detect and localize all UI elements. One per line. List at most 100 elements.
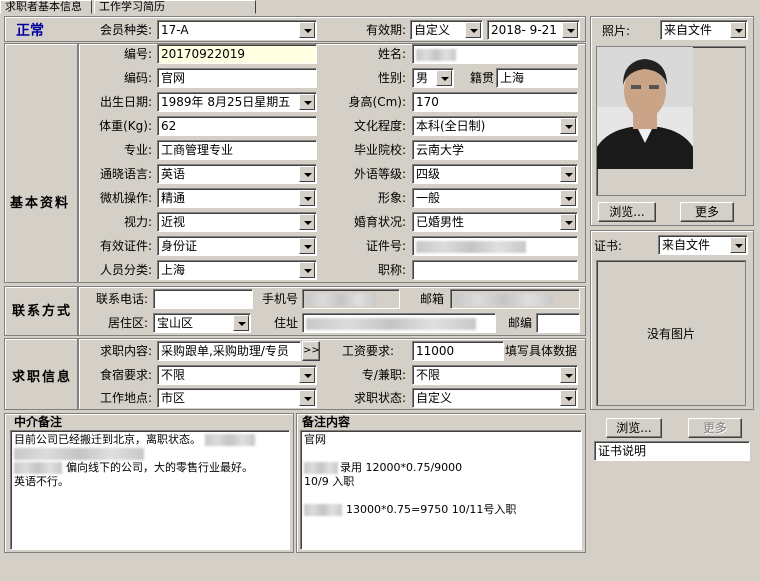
chevron-down-icon[interactable]	[299, 22, 315, 38]
location-label: 工作地点:	[99, 391, 152, 405]
status-label: 正常	[16, 23, 44, 39]
cert-description-field[interactable]: 证书说明	[594, 441, 750, 461]
chevron-down-icon[interactable]	[299, 390, 315, 406]
basic-section-cell	[4, 43, 78, 283]
district-select[interactable]: 宝山区	[153, 313, 251, 333]
valid-mode-select[interactable]: 自定义	[410, 20, 483, 40]
basic-section-title: 基本资料	[10, 196, 71, 211]
origin-field[interactable]: 上海	[496, 68, 578, 88]
chevron-down-icon[interactable]	[560, 367, 576, 383]
state-select[interactable]: 自定义	[412, 388, 578, 408]
vision-label: 视力:	[123, 215, 152, 229]
salary-label: 工资要求:	[341, 344, 394, 358]
chevron-down-icon[interactable]	[560, 166, 576, 182]
school-label: 毕业院校:	[353, 143, 406, 157]
vision-select[interactable]: 近视	[157, 212, 317, 232]
title-label: 职称:	[377, 263, 406, 277]
major-label: 专业:	[123, 143, 152, 157]
zip-field[interactable]	[536, 313, 580, 333]
category-select[interactable]: 上海	[157, 260, 317, 280]
height-field[interactable]: 170	[412, 92, 578, 112]
board-select[interactable]: 不限	[157, 365, 317, 385]
mobile-field[interactable]	[302, 289, 400, 309]
job-content-more-button[interactable]: >>	[302, 341, 320, 361]
photo-source-select[interactable]: 来自文件	[660, 20, 748, 40]
image-label: 形象:	[377, 191, 406, 205]
cert-source-select[interactable]: 来自文件	[658, 235, 748, 255]
chevron-down-icon[interactable]	[730, 237, 746, 253]
name-label: 姓名:	[377, 47, 406, 61]
chevron-down-icon[interactable]	[465, 22, 481, 38]
chevron-down-icon[interactable]	[562, 22, 578, 38]
remarks-memo[interactable]: 官网 录用 12000*0.75/9000 10/9 入职 13000*0.75…	[300, 430, 582, 550]
chevron-down-icon[interactable]	[233, 315, 249, 331]
chevron-down-icon[interactable]	[560, 118, 576, 134]
phone-field[interactable]	[153, 289, 253, 309]
cert-no-image-text: 没有图片	[646, 327, 695, 341]
marital-select[interactable]: 已婚男性	[412, 212, 578, 232]
chevron-down-icon[interactable]	[730, 22, 746, 38]
tab-resume[interactable]: 工作学习简历	[94, 0, 256, 14]
lang-level-select[interactable]: 四级	[412, 164, 578, 184]
chevron-down-icon[interactable]	[299, 166, 315, 182]
photo-more-button[interactable]: 更多	[680, 202, 734, 222]
doc-select[interactable]: 身份证	[157, 236, 317, 256]
remarks-line: 录用 12000*0.75/9000	[304, 461, 578, 475]
school-field[interactable]: 云南大学	[412, 140, 578, 160]
origin-label: 籍贯	[469, 71, 494, 85]
salary-field[interactable]: 11000	[412, 341, 504, 361]
doc-no-field[interactable]	[412, 236, 578, 256]
chevron-down-icon[interactable]	[560, 190, 576, 206]
lang-select[interactable]: 英语	[157, 164, 317, 184]
title-field[interactable]	[412, 260, 578, 280]
major-field[interactable]: 工商管理专业	[157, 140, 317, 160]
pc-select[interactable]: 精通	[157, 188, 317, 208]
image-select[interactable]: 一般	[412, 188, 578, 208]
address-field[interactable]	[302, 313, 496, 333]
chevron-down-icon[interactable]	[299, 94, 315, 110]
birth-date-picker[interactable]: 1989年 8月25日星期五	[157, 92, 317, 112]
valid-date-picker[interactable]: 2018- 9-21	[487, 20, 580, 40]
cert-browse-button[interactable]: 浏览...	[606, 418, 662, 438]
birth-label: 出生日期:	[99, 95, 152, 109]
chevron-down-icon[interactable]	[299, 262, 315, 278]
tab-basic-info[interactable]: 求职者基本信息	[0, 0, 92, 14]
chevron-down-icon[interactable]	[299, 238, 315, 254]
id-label: 编号:	[123, 47, 152, 61]
location-select[interactable]: 市区	[157, 388, 317, 408]
address-label: 住址	[273, 316, 298, 330]
chevron-down-icon[interactable]	[299, 190, 315, 206]
remarks-line: 10/9 入职	[304, 475, 355, 488]
parttime-label: 专/兼职:	[361, 368, 406, 382]
phone-label: 联系电话:	[95, 292, 148, 306]
member-type-select[interactable]: 17-A	[157, 20, 317, 40]
email-field[interactable]	[450, 289, 580, 309]
valid-label: 有效期:	[365, 23, 406, 37]
chevron-down-icon[interactable]	[436, 70, 452, 86]
id-field[interactable]: 20170922019	[157, 44, 317, 64]
gender-select[interactable]: 男	[412, 68, 454, 88]
chevron-down-icon[interactable]	[560, 214, 576, 230]
person-photo	[597, 47, 693, 169]
agent-notes-line	[14, 447, 286, 461]
member-type-label: 会员种类:	[99, 23, 152, 37]
edu-select[interactable]: 本科(全日制)	[412, 116, 578, 136]
lang-level-label: 外语等级:	[353, 167, 406, 181]
board-label: 食宿要求:	[99, 368, 152, 382]
agent-notes-memo[interactable]: 目前公司已经搬迁到北京，离职状态。 偏向线下的公司，大的零售行业最好。 英语不行…	[10, 430, 290, 550]
remarks-line: 13000*0.75=9750 10/11号入职	[304, 503, 578, 517]
zip-label: 邮编	[507, 316, 532, 330]
name-field[interactable]	[412, 44, 578, 64]
code-field[interactable]: 官网	[157, 68, 317, 88]
photo-browse-button[interactable]: 浏览...	[598, 202, 656, 222]
chevron-down-icon[interactable]	[560, 390, 576, 406]
weight-field[interactable]: 62	[157, 116, 317, 136]
category-label: 人员分类:	[99, 263, 152, 277]
chevron-down-icon[interactable]	[299, 214, 315, 230]
gender-label: 性别:	[377, 71, 406, 85]
parttime-select[interactable]: 不限	[412, 365, 578, 385]
agent-notes-title: 中介备注	[14, 415, 63, 429]
job-content-field[interactable]: 采购跟单,采购助理/专员	[157, 341, 301, 361]
chevron-down-icon[interactable]	[299, 367, 315, 383]
doc-label: 有效证件:	[99, 239, 152, 253]
